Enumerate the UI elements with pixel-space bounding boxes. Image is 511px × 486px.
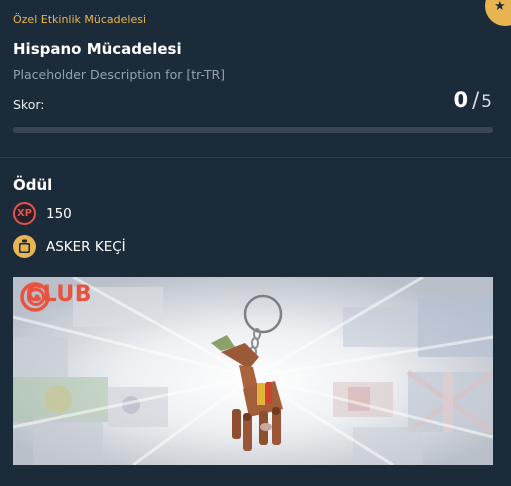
xp-reward-row: XP 150 (13, 202, 72, 225)
corner-badge: ★ (485, 0, 511, 26)
section-divider (0, 157, 511, 158)
challenge-card: ★ Özel Etkinlik Mücadelesi Hispano Mücad… (0, 0, 511, 486)
xp-value: 150 (46, 205, 72, 222)
xp-icon: XP (13, 202, 36, 225)
event-label: Özel Etkinlik Mücadelesi (13, 13, 147, 26)
challenge-description: Placeholder Description for [tr-TR] (13, 67, 226, 82)
score-label: Skor: (13, 97, 45, 112)
progress-bar (13, 127, 493, 133)
challenge-title: Hispano Mücadelesi (13, 40, 182, 58)
item-reward-row: ASKER KEÇİ (13, 235, 126, 258)
gift-icon (13, 235, 36, 258)
item-name: ASKER KEÇİ (46, 238, 126, 255)
star-icon: ★ (494, 0, 506, 14)
reward-title: Ödül (13, 176, 53, 194)
score-max: 5 (481, 92, 492, 112)
club-logo: CLUB (20, 282, 92, 312)
ubisoft-swirl-icon (20, 282, 50, 312)
score-separator: / (472, 88, 480, 112)
reward-banner-image: CLUB (13, 277, 493, 465)
score-value: 0/5 (453, 88, 492, 112)
score-current: 0 (453, 88, 469, 112)
